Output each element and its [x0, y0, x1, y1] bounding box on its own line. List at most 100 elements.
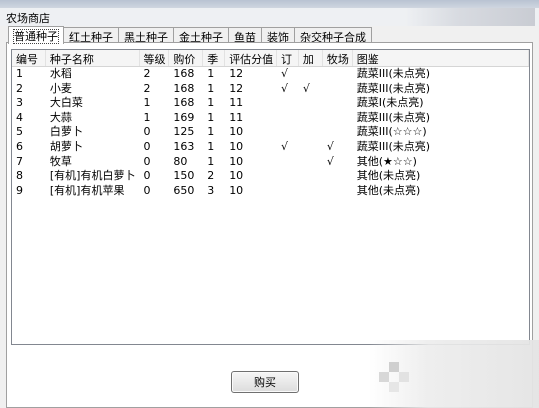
- table-row[interactable]: 6 胡萝卜 0 163 1 10 √ √ 蔬菜III(未点亮): [12, 140, 529, 155]
- cell-season: 2: [207, 169, 215, 183]
- cell-order: √: [280, 139, 288, 153]
- shop-panel: 普通种子 红土种子 黑土种子 金土种子 鱼苗 装饰 杂交种子合成 编号 种子名称…: [0, 26, 539, 408]
- buy-button[interactable]: 购买: [231, 371, 299, 393]
- seed-list[interactable]: 编号 种子名称 等级 购价 季 评估分值 订 加 牧场 图鉴 1 水稻 2 168 1 1…: [11, 49, 530, 345]
- cell-id: 3: [16, 96, 23, 110]
- cell-id: 6: [16, 139, 23, 153]
- cell-price: 168: [173, 81, 195, 95]
- title-bar: 农场商店: [0, 8, 539, 26]
- table-row[interactable]: 5 白萝卜 0 125 1 10 蔬菜III(☆☆☆): [12, 125, 529, 140]
- cell-season: 1: [207, 139, 215, 153]
- cell-season: 1: [207, 154, 215, 168]
- cell-catalog: 蔬菜III(☆☆☆): [356, 125, 427, 139]
- cell-score: 11: [229, 110, 244, 124]
- cell-add: [299, 96, 323, 111]
- tab-normal-seeds[interactable]: 普通种子: [8, 26, 64, 44]
- cell-id: 4: [16, 110, 23, 124]
- cell-level: 0: [143, 169, 151, 183]
- watermark-pixel: [399, 372, 409, 382]
- cell-score: 10: [229, 183, 244, 197]
- cell-catalog: 蔬菜III(未点亮): [356, 81, 431, 95]
- cell-name: [有机]有机白萝卜: [49, 169, 136, 183]
- table-row[interactable]: 4 大蒜 1 169 1 11 蔬菜III(未点亮): [12, 111, 529, 126]
- cell-ranch: [323, 125, 353, 140]
- cell-season: 1: [207, 67, 215, 80]
- cell-ranch: [323, 96, 353, 111]
- cell-price: 650: [173, 183, 195, 197]
- cell-id: 5: [16, 125, 23, 139]
- column-header-id[interactable]: 编号: [12, 50, 46, 66]
- cell-score: 11: [229, 96, 244, 110]
- cell-score: 10: [229, 169, 244, 183]
- cell-season: 3: [207, 183, 215, 197]
- cell-add: [299, 67, 323, 82]
- cell-ranch: √: [326, 139, 334, 153]
- cell-ranch: [323, 184, 353, 199]
- table-row[interactable]: 9 [有机]有机苹果 0 650 3 10 其他(未点亮): [12, 184, 529, 199]
- cell-price: 150: [173, 169, 195, 183]
- cell-score: 10: [229, 125, 244, 139]
- cell-order: [277, 96, 299, 111]
- cell-add: [299, 169, 323, 184]
- cell-price: 80: [173, 154, 188, 168]
- column-header-season[interactable]: 季: [203, 50, 226, 66]
- cell-order: √: [280, 67, 288, 80]
- table-row[interactable]: 7 牧草 0 80 1 10 √ 其他(★☆☆): [12, 155, 529, 170]
- column-header-score[interactable]: 评估分值: [225, 50, 277, 66]
- cell-order: √: [280, 81, 288, 95]
- cell-season: 1: [207, 110, 215, 124]
- cell-order: [277, 169, 299, 184]
- column-header-name[interactable]: 种子名称: [46, 50, 140, 66]
- cell-score: 10: [229, 139, 244, 153]
- list-header: 编号 种子名称 等级 购价 季 评估分值 订 加 牧场 图鉴: [12, 50, 529, 67]
- cell-level: 0: [143, 154, 151, 168]
- tab-decoration[interactable]: 装饰: [261, 27, 295, 44]
- cell-season: 1: [207, 125, 215, 139]
- column-header-price[interactable]: 购价: [169, 50, 204, 66]
- tab-gold-soil-seeds[interactable]: 金土种子: [173, 27, 229, 44]
- cell-name: 牧草: [49, 154, 72, 168]
- cell-order: [277, 125, 299, 140]
- cell-add: [299, 125, 323, 140]
- watermark-pixel: [389, 362, 399, 372]
- cell-catalog: 其他(★☆☆): [356, 154, 417, 168]
- cell-level: 0: [143, 139, 151, 153]
- cell-id: 1: [16, 67, 23, 80]
- column-header-ranch[interactable]: 牧场: [323, 50, 353, 66]
- cell-price: 169: [173, 110, 195, 124]
- table-row[interactable]: 8 [有机]有机白萝卜 0 150 2 10 其他(未点亮): [12, 169, 529, 184]
- cell-price: 125: [173, 125, 195, 139]
- cell-level: 1: [143, 96, 151, 110]
- blurred-title-area: [405, 8, 535, 26]
- tab-red-soil-seeds[interactable]: 红土种子: [63, 27, 119, 44]
- cell-ranch: [323, 111, 353, 126]
- tab-label: 普通种子: [13, 29, 59, 44]
- cell-add: [299, 155, 323, 170]
- cell-order: [277, 111, 299, 126]
- cell-add: [299, 111, 323, 126]
- cell-ranch: [323, 169, 353, 184]
- column-header-order[interactable]: 订: [277, 50, 299, 66]
- cell-catalog: 蔬菜III(未点亮): [356, 139, 431, 153]
- cell-level: 0: [143, 183, 151, 197]
- table-row[interactable]: 1 水稻 2 168 1 12 √ 蔬菜III(未点亮): [12, 67, 529, 82]
- watermark-pixel: [379, 372, 389, 382]
- cell-name: 水稻: [49, 67, 72, 80]
- cell-catalog: 蔬菜III(未点亮): [356, 67, 431, 80]
- cell-score: 10: [229, 154, 244, 168]
- watermark-pixel: [389, 382, 399, 392]
- tab-fish-fry[interactable]: 鱼苗: [228, 27, 262, 44]
- cell-ranch: [323, 67, 353, 82]
- cell-name: [有机]有机苹果: [49, 183, 125, 197]
- tab-hybrid-seed-synthesis[interactable]: 杂交种子合成: [294, 27, 372, 44]
- tab-black-soil-seeds[interactable]: 黑土种子: [118, 27, 174, 44]
- column-header-level[interactable]: 等级: [140, 50, 170, 66]
- cell-id: 8: [16, 169, 23, 183]
- cell-add: [299, 184, 323, 199]
- cell-ranch: √: [326, 154, 334, 168]
- column-header-add[interactable]: 加: [299, 50, 323, 66]
- table-row[interactable]: 3 大白菜 1 168 1 11 蔬菜Ⅰ(未点亮): [12, 96, 529, 111]
- column-header-catalog[interactable]: 图鉴: [353, 50, 529, 66]
- table-row[interactable]: 2 小麦 2 168 1 12 √ √ 蔬菜III(未点亮): [12, 82, 529, 97]
- cell-level: 1: [143, 110, 151, 124]
